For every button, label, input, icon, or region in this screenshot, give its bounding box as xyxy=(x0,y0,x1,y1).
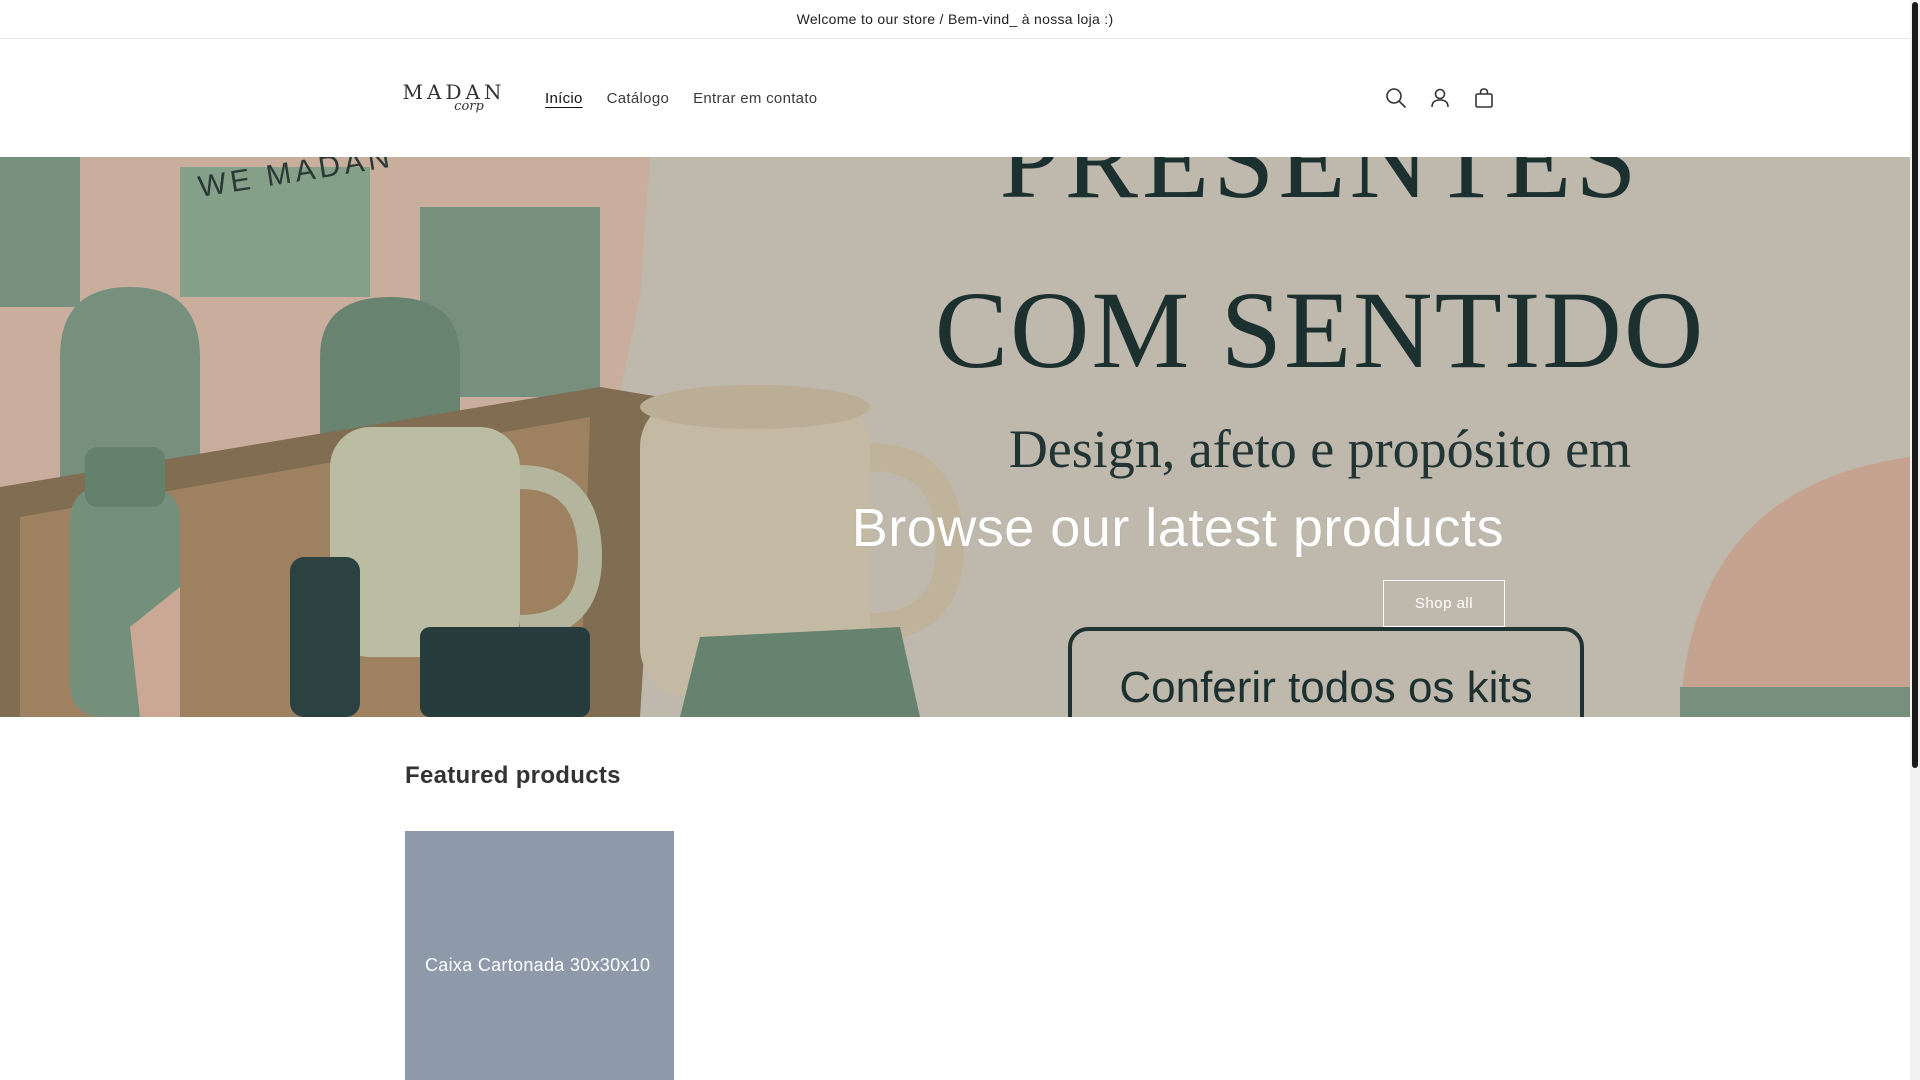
announcement-bar: Welcome to our store / Bem-vind_ à nossa… xyxy=(0,0,1910,39)
product-card[interactable]: Caixa Cartonada 30x30x10 xyxy=(405,831,674,1080)
cart-icon xyxy=(1475,88,1493,108)
cart-button[interactable] xyxy=(1468,77,1500,119)
account-icon xyxy=(1431,88,1449,108)
scrollbar-thumb[interactable] xyxy=(1912,2,1918,768)
logo-sub-text: corp xyxy=(454,98,484,114)
nav-item-catalogo[interactable]: Catálogo xyxy=(595,90,681,107)
nav-item-inicio[interactable]: Início xyxy=(533,90,595,107)
announcement-text: Welcome to our store / Bem-vind_ à nossa… xyxy=(796,11,1114,27)
search-icon xyxy=(1386,88,1406,108)
hero-image: WE MADAN PRESENTES COM SENTIDO Design, a… xyxy=(0,157,1910,717)
main-navigation: Início Catálogo Entrar em contato xyxy=(533,39,829,157)
account-button[interactable] xyxy=(1424,77,1456,119)
hero-title: Browse our latest products xyxy=(851,498,1504,558)
search-button[interactable] xyxy=(1380,77,1412,119)
nav-item-contato[interactable]: Entrar em contato xyxy=(681,90,829,107)
featured-products-title: Featured products xyxy=(405,762,621,789)
store-logo[interactable]: MADAN corp xyxy=(403,71,504,123)
site-header: MADAN corp Início Catálogo Entrar em con… xyxy=(0,39,1910,157)
product-name[interactable]: Caixa Cartonada 30x30x10 xyxy=(425,955,650,976)
shop-all-button[interactable]: Shop all xyxy=(1383,580,1505,627)
header-icons xyxy=(1380,77,1500,119)
hero-banner: WE MADAN PRESENTES COM SENTIDO Design, a… xyxy=(0,157,1910,717)
